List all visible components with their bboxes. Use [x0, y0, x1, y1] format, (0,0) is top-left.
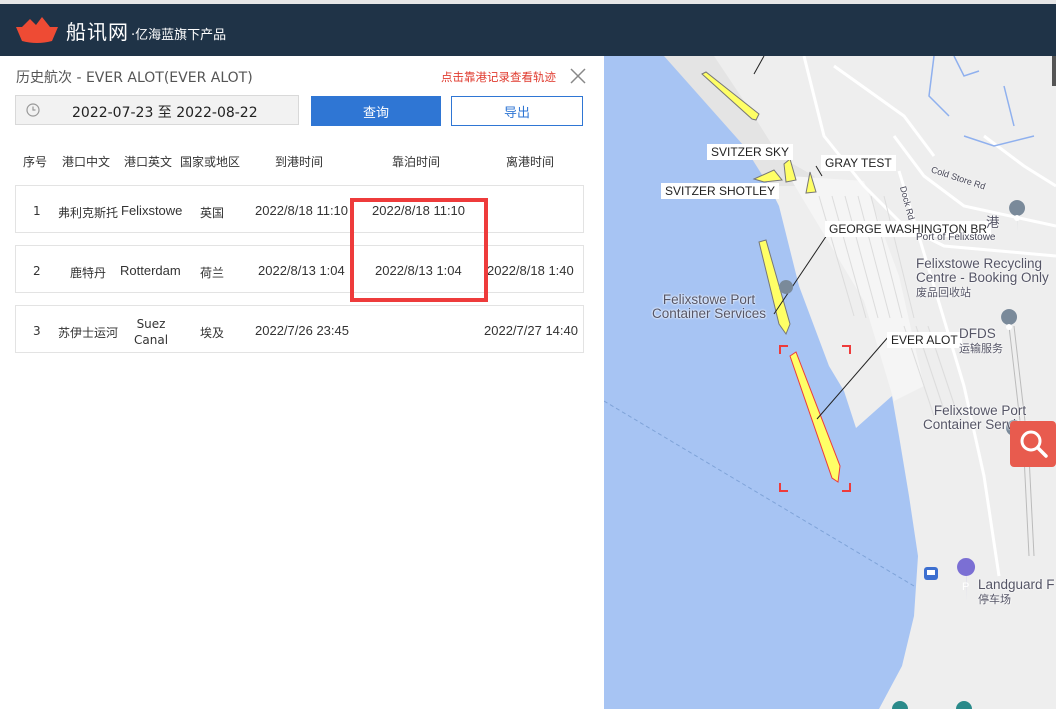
map-view[interactable]: P SVITZER SKY GRAY TEST SVITZER SHOTLEY …: [604, 56, 1056, 709]
table-row[interactable]: 2 鹿特丹 Rotterdam 荷兰 2022/8/13 1:04 2022/8…: [15, 245, 584, 293]
place-name-line: Felixstowe Recycling: [916, 256, 1043, 271]
place-name-cn: 废品回收站: [916, 287, 971, 299]
export-button[interactable]: 导出: [451, 96, 583, 126]
ship-label[interactable]: EVER ALOT: [887, 332, 962, 348]
place-felixstowe-port-left[interactable]: Felixstowe Port Container Services: [652, 293, 766, 321]
table-row[interactable]: 1 弗利克斯托 Felixstowe 英国 2022/8/18 11:10 20…: [15, 185, 584, 233]
row-port-en-line2: Canal: [134, 333, 169, 347]
col-arrival: 到港时间: [275, 155, 324, 169]
row-berth: 2022/8/13 1:04: [375, 263, 462, 278]
place-port-of-felixstowe[interactable]: 港: [986, 216, 1000, 230]
row-port-cn: 弗利克斯托: [58, 206, 119, 220]
row-arrival: 2022/8/18 11:10: [255, 203, 349, 218]
place-port-sub: Port of Felixstowe: [916, 232, 996, 243]
row-arrival: 2022/8/13 1:04: [258, 263, 345, 278]
map-search-button[interactable]: [1010, 421, 1056, 467]
svg-text:P: P: [962, 581, 969, 593]
row-departure: 2022/7/27 14:40: [484, 323, 578, 338]
close-icon[interactable]: [568, 66, 588, 86]
voyage-history-panel: 历史航次 - EVER ALOT(EVER ALOT) 点击靠港记录查看轨迹 2…: [0, 56, 604, 709]
row-arrival: 2022/7/26 23:45: [255, 323, 349, 338]
app-header: 船讯网 ·亿海蓝旗下产品: [0, 0, 1056, 56]
ship-label[interactable]: SVITZER SKY: [707, 144, 794, 160]
brand-name[interactable]: 船讯网: [66, 16, 129, 45]
col-port-cn: 港口中文: [62, 155, 111, 169]
place-name-line: Container Services: [652, 306, 767, 321]
place-name-line: Felixstowe Port: [933, 403, 1027, 418]
place-landguard[interactable]: Landguard F 停车场: [978, 578, 1055, 607]
search-icon: [1020, 430, 1048, 458]
row-berth: 2022/8/18 11:10: [372, 203, 466, 218]
place-name-cn: 运输服务: [959, 343, 1003, 355]
row-departure: 2022/8/18 1:40: [487, 263, 574, 278]
map-canvas[interactable]: P: [604, 56, 1056, 709]
view-track-hint[interactable]: 点击靠港记录查看轨迹: [441, 69, 556, 85]
date-range-picker[interactable]: 2022-07-23 至 2022-08-22: [15, 95, 299, 125]
place-name-cn: 停车场: [978, 594, 1011, 606]
col-country: 国家或地区: [180, 155, 241, 169]
col-no: 序号: [23, 155, 48, 169]
clock-icon: [26, 103, 40, 117]
place-name-line: Centre - Booking Only: [916, 270, 1049, 285]
row-port-cn: 鹿特丹: [70, 266, 107, 280]
map-scrollbar[interactable]: [1052, 56, 1056, 86]
row-no: 3: [33, 324, 41, 338]
place-name-cn: 港: [986, 215, 1000, 230]
place-name-line: Felixstowe Port: [662, 292, 756, 307]
place-recycling-centre[interactable]: Felixstowe Recycling Centre - Booking On…: [916, 257, 1049, 300]
ship-label[interactable]: GRAY TEST: [821, 155, 896, 171]
row-country: 英国: [200, 206, 225, 220]
table-row[interactable]: 3 苏伊士运河 Suez Canal 埃及 2022/7/26 23:45 20…: [15, 305, 584, 353]
row-country: 埃及: [200, 326, 225, 340]
col-port-en: 港口英文: [124, 155, 173, 169]
place-name-line: DFDS: [959, 326, 996, 341]
brand-tagline: ·亿海蓝旗下产品: [131, 27, 227, 43]
row-port-en: Suez Canal: [134, 316, 168, 348]
row-country: 荷兰: [200, 266, 225, 280]
place-name-line: Landguard F: [978, 577, 1055, 592]
row-no: 2: [33, 264, 41, 278]
ship-label[interactable]: SVITZER SHOTLEY: [661, 183, 780, 199]
row-port-cn: 苏伊士运河: [58, 326, 119, 340]
panel-title: 历史航次 - EVER ALOT(EVER ALOT): [16, 70, 253, 86]
row-no: 1: [33, 204, 41, 218]
date-range-value: 2022-07-23 至 2022-08-22: [72, 105, 258, 121]
col-departure: 离港时间: [506, 155, 555, 169]
row-port-en: Felixstowe: [121, 203, 183, 218]
query-button[interactable]: 查询: [311, 96, 441, 126]
col-berth: 靠泊时间: [392, 155, 441, 169]
row-port-en: Rotterdam: [120, 263, 181, 278]
bus-stop-icon[interactable]: [924, 567, 938, 580]
boat-logo-icon: [16, 17, 58, 43]
row-port-en-line1: Suez: [136, 317, 166, 331]
place-dfds[interactable]: DFDS 运输服务: [959, 327, 1003, 356]
